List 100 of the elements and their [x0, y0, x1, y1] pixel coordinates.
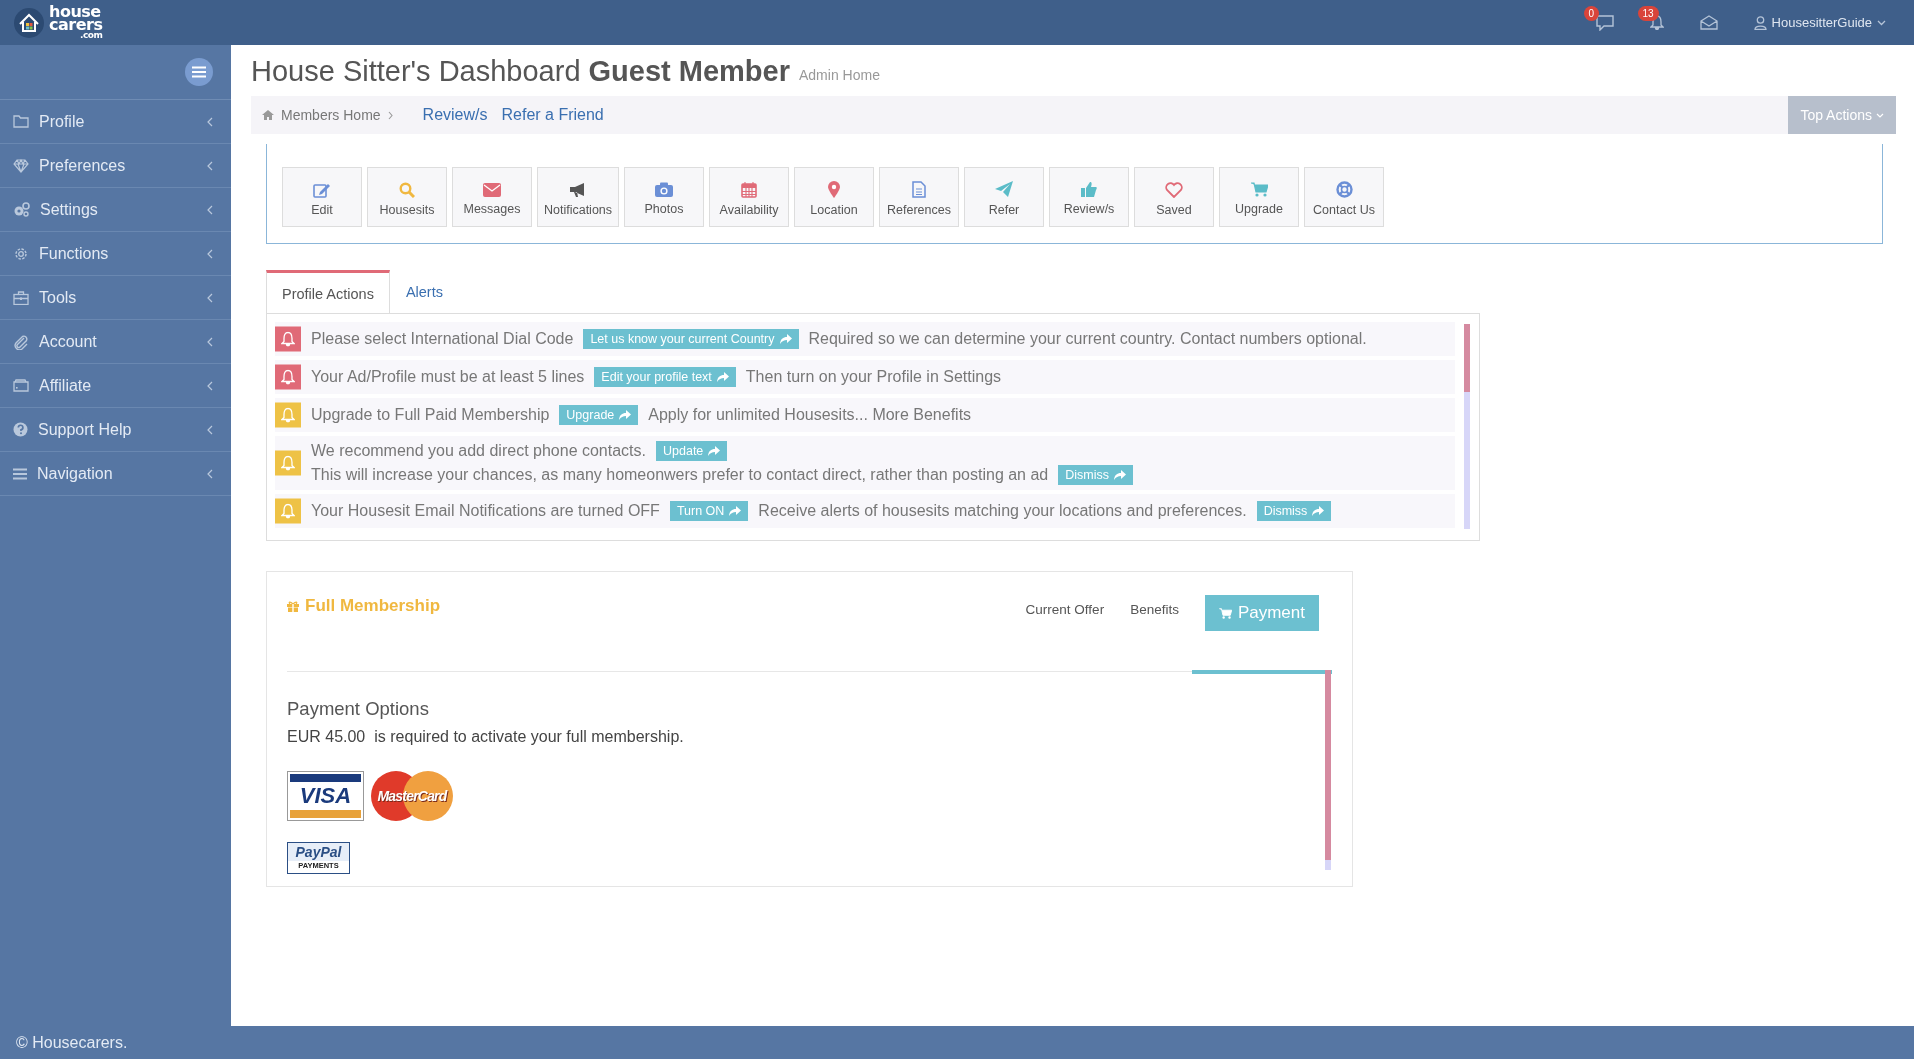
section-heading: Payment Options	[287, 698, 430, 720]
folder-icon	[13, 115, 29, 128]
document-icon	[912, 181, 926, 198]
home-icon	[262, 110, 274, 120]
alert-text: We recommend you add direct phone contacts.	[311, 442, 646, 460]
visa-logo: VISA	[287, 771, 364, 821]
chevron-right-icon	[387, 110, 393, 120]
camera-icon	[655, 182, 673, 197]
message-count: 0	[1583, 5, 1600, 21]
bell-icon	[281, 503, 295, 519]
membership-tab[interactable]: Current Offer	[1012, 592, 1118, 672]
alert-text: Required so we can determine your current country. Contact numbers optional.	[808, 330, 1367, 348]
toolbar-button[interactable]: Location	[794, 167, 874, 227]
chevron-left-icon	[207, 248, 213, 259]
mastercard-logo: MasterCard	[370, 770, 454, 822]
gears-icon	[13, 202, 30, 217]
share-arrow-icon	[729, 506, 742, 516]
tab[interactable]: Alerts	[389, 269, 459, 313]
toolbar-button[interactable]: Contact Us	[1304, 167, 1384, 227]
toolbar-button[interactable]: Availability	[709, 167, 789, 227]
alert-text: Upgrade to Full Paid Membership	[311, 406, 550, 424]
page-subtitle: Admin Home	[799, 67, 880, 83]
menu-icon	[13, 467, 27, 480]
toolbar-button[interactable]: Photos	[624, 167, 704, 227]
copyright-text: © Housecarers.	[16, 1034, 128, 1051]
notification-count: 13	[1637, 6, 1659, 21]
chevron-left-icon	[207, 336, 213, 347]
bell-icon	[281, 407, 295, 423]
toolbar-button[interactable]: Saved	[1134, 167, 1214, 227]
share-arrow-icon	[1114, 470, 1126, 480]
chevron-down-icon	[1877, 19, 1886, 26]
share-arrow-icon	[619, 410, 632, 420]
toolbar-button[interactable]: Notifications	[537, 167, 619, 227]
chevron-left-icon	[207, 380, 213, 391]
breadcrumb-link[interactable]: Refer a Friend	[501, 106, 604, 124]
bell-icon	[281, 369, 295, 385]
folder-icon	[13, 379, 29, 392]
toolbar-button[interactable]: Housesits	[367, 167, 447, 227]
gift-icon	[287, 600, 299, 612]
price: EUR 45.00	[287, 728, 366, 746]
share-arrow-icon	[1312, 506, 1325, 516]
logo-text: .com	[80, 31, 103, 41]
chevron-left-icon	[207, 292, 213, 303]
calendar-icon	[741, 181, 757, 198]
user-icon	[1753, 15, 1767, 30]
menu-toggle-button[interactable]	[185, 58, 213, 86]
toolbar-button[interactable]: Messages	[452, 167, 532, 227]
share-arrow-icon	[716, 372, 729, 382]
paper-plane-icon	[995, 181, 1013, 198]
alert-text: Your Ad/Profile must be at least 5 lines	[311, 368, 585, 386]
heart-icon	[1165, 181, 1183, 198]
page-title: House Sitter's Dashboard	[251, 54, 581, 88]
help-icon	[13, 422, 28, 437]
chevron-left-icon	[207, 468, 213, 479]
tab[interactable]: Profile Actions	[266, 270, 390, 314]
envelope-icon	[483, 182, 501, 197]
scrollbar[interactable]	[1325, 670, 1331, 870]
bell-icon	[1649, 15, 1664, 30]
toolbar-button[interactable]: Upgrade	[1219, 167, 1299, 227]
house-logo-icon	[14, 7, 44, 38]
alert-text: Your Housesit Email Notifications are turned OFF	[311, 502, 660, 520]
share-arrow-icon	[779, 334, 792, 344]
paperclip-icon	[13, 333, 29, 350]
lifebuoy-icon	[1335, 181, 1353, 198]
alert-text: This will increase your chances, as many homeonwers prefer to contact direct, rather than posting an ad	[311, 466, 1049, 484]
toolbar-button[interactable]: Refer	[964, 167, 1044, 227]
breadcrumb-link[interactable]: Members Home	[281, 107, 381, 123]
logo-text: carers	[49, 18, 103, 32]
bell-icon	[281, 455, 295, 471]
logo-text: house	[49, 4, 102, 18]
breadcrumb-link[interactable]: Review/s	[422, 106, 488, 124]
alert-text: Receive alerts of housesits matching your locations and preferences.	[758, 502, 1247, 520]
scrollbar[interactable]	[1464, 324, 1470, 529]
chevron-left-icon	[207, 204, 213, 215]
price-note: is required to activate your full membership.	[374, 728, 684, 746]
share-arrow-icon	[708, 446, 721, 456]
toolbar-button[interactable]: Review/s	[1049, 167, 1129, 227]
gear-icon	[13, 245, 29, 262]
alert-text: Then turn on your Profile in Settings	[745, 368, 1002, 386]
toolbar-button[interactable]: Edit	[282, 167, 362, 227]
cart-icon	[1218, 607, 1232, 619]
briefcase-icon	[13, 290, 29, 305]
chevron-left-icon	[207, 424, 213, 435]
chat-icon	[1595, 14, 1614, 31]
pencil-icon	[313, 181, 331, 198]
cart-icon	[1250, 182, 1268, 197]
membership-tab[interactable]: Benefits	[1117, 592, 1192, 672]
member-type: Guest Member	[588, 54, 790, 88]
toolbar-button[interactable]: References	[879, 167, 959, 227]
chevron-down-icon	[1876, 112, 1884, 118]
diamond-icon	[13, 158, 29, 173]
user-name[interactable]: HousesitterGuide	[1771, 15, 1872, 30]
menu-icon	[192, 66, 206, 78]
megaphone-icon	[569, 181, 587, 198]
alert-text: Please select International Dial Code	[311, 330, 574, 348]
alert-text: Apply for unlimited Housesits... More Benefits	[648, 406, 972, 424]
bell-icon	[281, 331, 295, 347]
thumbs-up-icon	[1081, 182, 1097, 197]
search-icon	[399, 181, 415, 198]
open-envelope-icon	[1699, 15, 1718, 30]
